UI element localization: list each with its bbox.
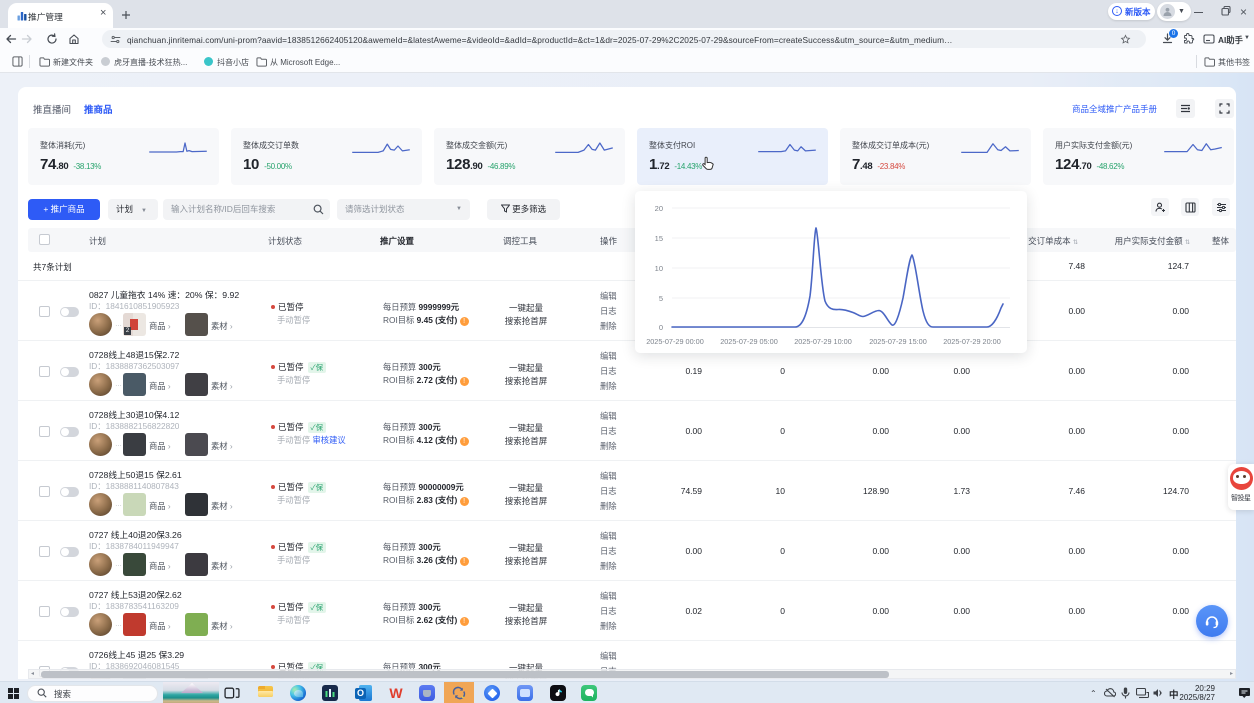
svg-text:2025-07-29 15:00: 2025-07-29 15:00 [869,337,927,346]
svg-text:2025-07-29 20:00: 2025-07-29 20:00 [943,337,1001,346]
svg-text:5: 5 [659,294,663,303]
svg-text:2025-07-29 05:00: 2025-07-29 05:00 [720,337,778,346]
svg-text:10: 10 [655,264,663,273]
svg-text:20: 20 [655,204,663,213]
svg-text:0: 0 [659,323,663,332]
svg-text:2025-07-29 00:00: 2025-07-29 00:00 [646,337,704,346]
svg-text:15: 15 [655,234,663,243]
svg-text:2025-07-29 10:00: 2025-07-29 10:00 [794,337,852,346]
